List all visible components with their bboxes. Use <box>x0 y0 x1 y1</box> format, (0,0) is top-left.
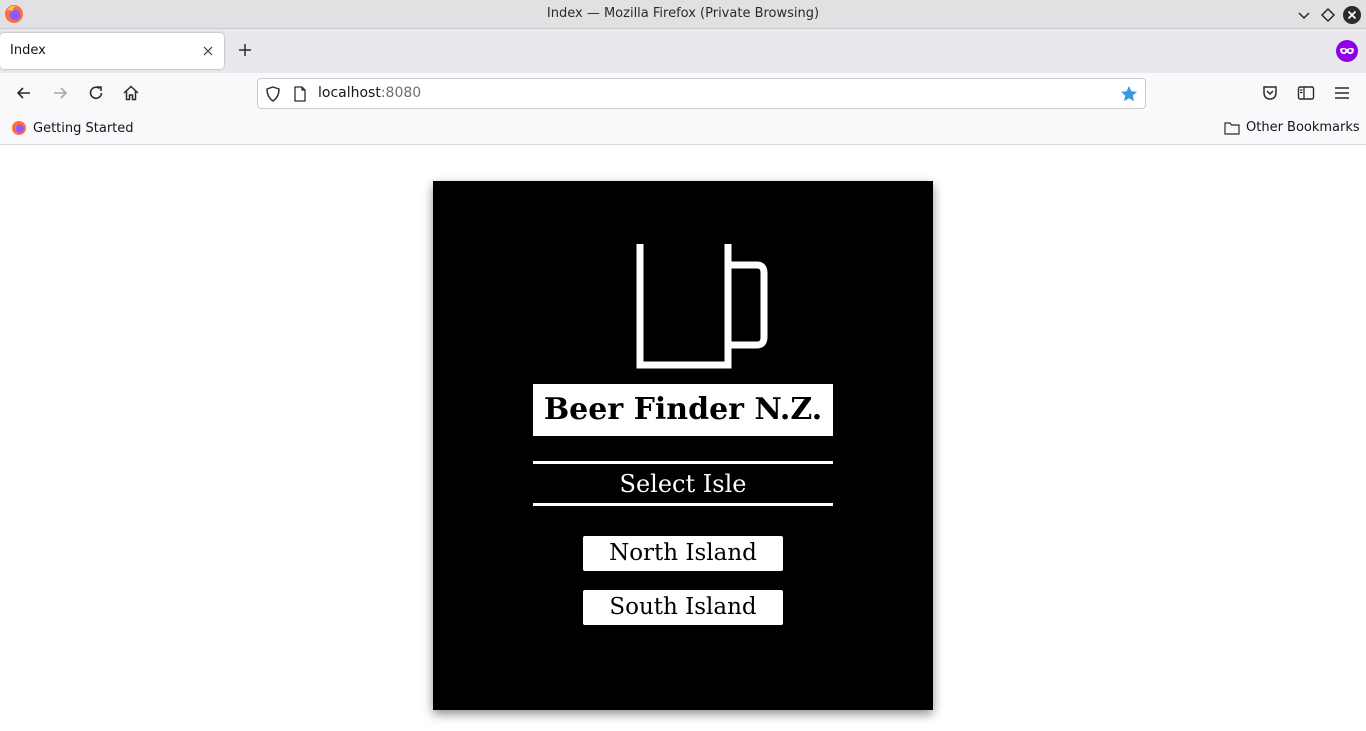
other-bookmarks-label: Other Bookmarks <box>1246 120 1360 135</box>
menu-hamburger-icon[interactable] <box>1332 83 1352 103</box>
select-isle-label: Select Isle <box>619 470 747 498</box>
url-text: localhost:8080 <box>318 85 421 101</box>
url-bar[interactable]: localhost:8080 <box>257 78 1146 109</box>
north-island-button[interactable]: North Island <box>583 536 783 571</box>
bookmark-getting-started[interactable]: Getting Started <box>11 120 134 136</box>
home-icon[interactable] <box>121 83 141 103</box>
page-info-icon[interactable] <box>292 85 308 103</box>
page-content: Beer Finder N.Z. Select Isle North Islan… <box>0 145 1366 731</box>
bookmarks-toolbar: Getting Started Other Bookmarks <box>0 113 1366 145</box>
url-port: :8080 <box>380 85 422 101</box>
app-card: Beer Finder N.Z. Select Isle North Islan… <box>433 181 933 710</box>
beer-mug-icon <box>636 244 768 369</box>
minimize-chevron-icon[interactable] <box>1294 5 1314 25</box>
firefox-bookmark-icon <box>12 121 26 135</box>
window-title: Index — Mozilla Firefox (Private Browsin… <box>546 6 820 21</box>
window-titlebar: Index — Mozilla Firefox (Private Browsin… <box>0 0 1366 29</box>
divider-bottom <box>533 503 833 506</box>
reload-icon[interactable] <box>86 83 106 103</box>
app-title: Beer Finder N.Z. <box>533 384 833 436</box>
folder-icon <box>1224 121 1240 135</box>
other-bookmarks-folder[interactable]: Other Bookmarks <box>1224 120 1360 135</box>
forward-arrow-icon[interactable] <box>50 83 70 103</box>
south-island-button[interactable]: South Island <box>583 590 783 625</box>
bookmark-label: Getting Started <box>33 120 134 136</box>
maximize-diamond-icon[interactable] <box>1318 5 1338 25</box>
tab-index[interactable]: Index <box>0 33 224 69</box>
url-host: localhost <box>318 85 381 101</box>
divider-top <box>533 461 833 464</box>
sidebar-toggle-icon[interactable] <box>1296 83 1316 103</box>
bookmark-star-icon[interactable] <box>1119 84 1139 104</box>
close-window-icon[interactable] <box>1342 5 1362 25</box>
pocket-icon[interactable] <box>1260 83 1280 103</box>
tab-label: Index <box>10 43 46 58</box>
close-tab-icon[interactable] <box>201 44 215 58</box>
nav-toolbar: localhost:8080 <box>0 73 1366 113</box>
back-arrow-icon[interactable] <box>14 83 34 103</box>
tracking-shield-icon[interactable] <box>264 85 282 103</box>
private-browsing-mask-icon <box>1336 40 1358 62</box>
tab-strip: Index <box>0 29 1366 73</box>
new-tab-plus-icon[interactable] <box>235 40 255 60</box>
